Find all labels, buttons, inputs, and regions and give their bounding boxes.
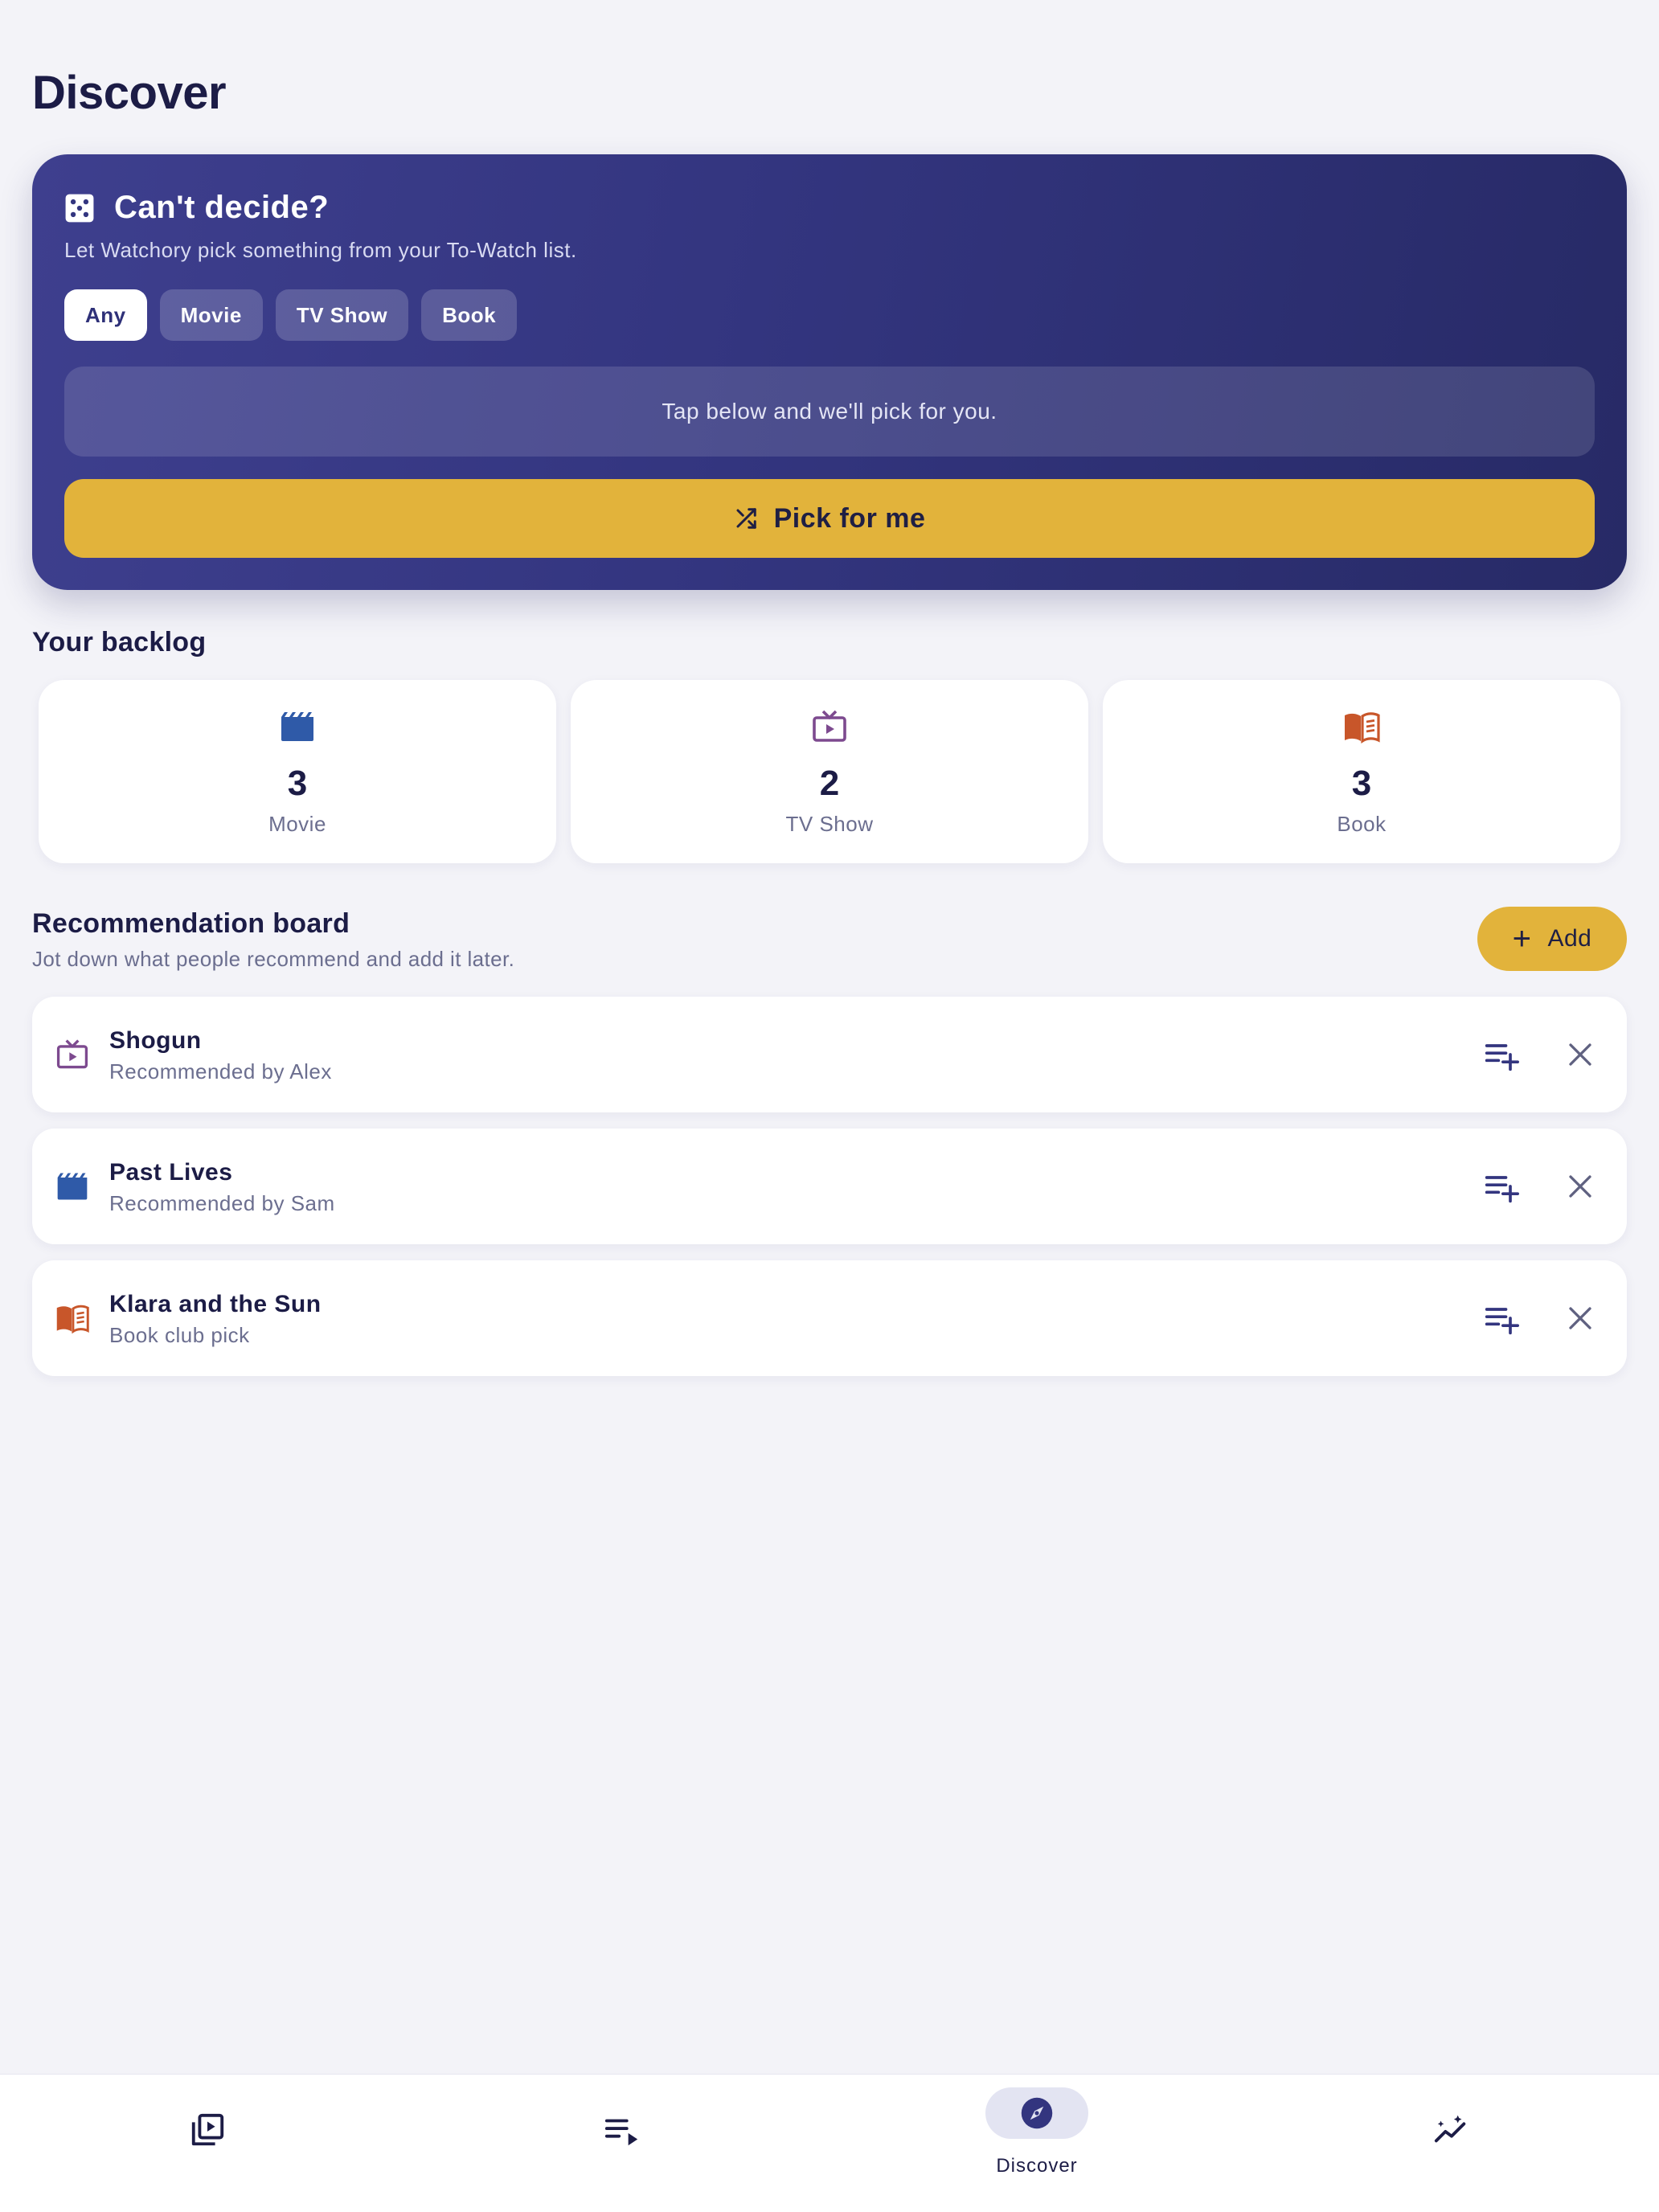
compass-icon	[1021, 2097, 1053, 2129]
nav-item-discover[interactable]: Discover	[830, 2075, 1244, 2212]
random-pick-subtitle: Let Watchory pick something from your To…	[64, 238, 577, 262]
recommendation-item[interactable]: Shogun Recommended by Alex	[32, 997, 1627, 1112]
add-recommendation-button[interactable]: + Add	[1477, 907, 1627, 971]
filter-chip-any[interactable]: Any	[64, 289, 147, 341]
backlog-label: TV Show	[785, 812, 874, 836]
nav-item-library[interactable]	[0, 2075, 415, 2212]
book-icon	[1345, 712, 1380, 743]
pick-for-me-button[interactable]: Pick for me	[64, 479, 1595, 558]
add-to-list-icon[interactable]	[1484, 1037, 1519, 1072]
recommendation-title: Past Lives	[109, 1159, 233, 1186]
nav-active-indicator	[985, 2087, 1088, 2139]
random-pick-title: Can't decide?	[114, 190, 330, 225]
backlog-count: 2	[819, 764, 840, 803]
recommendation-title: Shogun	[109, 1027, 202, 1054]
bottom-nav: Discover	[0, 2074, 1659, 2212]
filter-chip-movie[interactable]: Movie	[159, 289, 263, 341]
filter-chip-tv-show[interactable]: TV Show	[275, 289, 409, 341]
recommendation-section-subtitle: Jot down what people recommend and add i…	[32, 947, 515, 971]
close-icon[interactable]	[1566, 1040, 1595, 1069]
backlog-card-book[interactable]: 3 Book	[1103, 680, 1620, 863]
insights-icon	[1434, 2115, 1466, 2143]
recommendation-note: Book club pick	[109, 1323, 250, 1347]
random-pick-card: Can't decide? Let Watchory pick somethin…	[32, 154, 1627, 590]
backlog-label: Movie	[268, 812, 326, 836]
recommendation-title: Klara and the Sun	[109, 1291, 322, 1317]
type-filter-chips: Any Movie TV Show Book	[64, 289, 518, 341]
recommendation-item[interactable]: Klara and the Sun Book club pick	[32, 1260, 1627, 1376]
recommendation-item[interactable]: Past Lives Recommended by Sam	[32, 1129, 1627, 1244]
add-to-list-icon[interactable]	[1484, 1301, 1519, 1336]
movie-clapper-icon	[281, 712, 313, 741]
plus-icon: +	[1512, 921, 1532, 956]
dice-icon	[65, 194, 94, 222]
library-icon	[191, 2113, 224, 2146]
book-icon	[56, 1305, 89, 1334]
backlog-count: 3	[1351, 764, 1372, 803]
pick-result-placeholder: Tap below and we'll pick for you.	[64, 367, 1595, 457]
shuffle-icon	[736, 508, 756, 529]
backlog-card-tv-show[interactable]: 2 TV Show	[571, 680, 1088, 863]
close-icon[interactable]	[1566, 1172, 1595, 1201]
tv-icon	[56, 1039, 88, 1069]
recommendation-section-title: Recommendation board	[32, 908, 350, 939]
queue-icon	[604, 2119, 638, 2146]
discover-screen: Discover Can't decide? Let Watchory pick…	[0, 0, 1659, 2212]
close-icon[interactable]	[1566, 1304, 1595, 1333]
filter-chip-book[interactable]: Book	[421, 289, 518, 341]
pick-for-me-label: Pick for me	[773, 502, 926, 534]
add-label: Add	[1547, 925, 1592, 952]
random-pick-header: Can't decide?	[64, 190, 329, 226]
backlog-label: Book	[1337, 812, 1387, 836]
nav-item-queue[interactable]	[415, 2075, 830, 2212]
recommendation-note: Recommended by Sam	[109, 1191, 335, 1215]
backlog-card-movie[interactable]: 3 Movie	[39, 680, 556, 863]
nav-label-discover: Discover	[996, 2155, 1078, 2177]
backlog-section-title: Your backlog	[32, 627, 207, 657]
movie-clapper-icon	[57, 1173, 88, 1200]
backlog-count: 3	[287, 764, 308, 803]
add-to-list-icon[interactable]	[1484, 1169, 1519, 1204]
page-title: Discover	[32, 67, 227, 119]
tv-icon	[813, 710, 846, 742]
nav-item-insights[interactable]	[1244, 2075, 1659, 2212]
recommendation-note: Recommended by Alex	[109, 1059, 332, 1083]
